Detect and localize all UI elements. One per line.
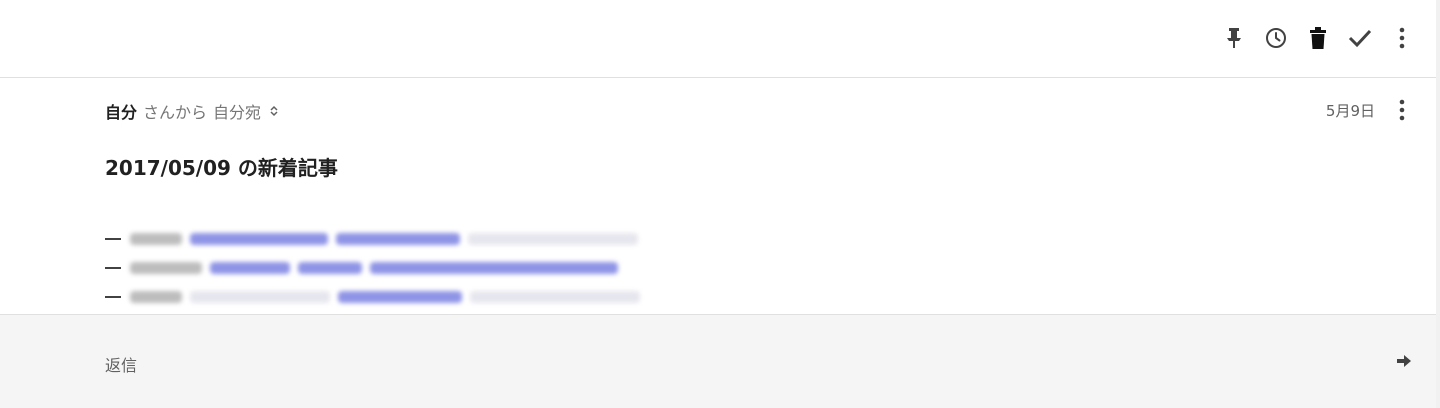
message-more-button[interactable] [1388,98,1416,126]
list-item [105,282,648,311]
scrollbar[interactable] [1436,0,1440,408]
dash-bullet [105,295,121,298]
check-icon [1347,26,1373,50]
pin-icon [1224,26,1244,50]
delete-button[interactable] [1304,24,1332,52]
reply-bar[interactable]: 返信 [0,314,1436,408]
message-subject: 2017/05/09 の新着記事 [105,156,338,180]
article-link-list [105,224,648,311]
list-item [105,224,648,253]
more-vert-icon [1399,99,1405,125]
reply-button[interactable]: 返信 [105,352,137,376]
forward-arrow-icon [1396,353,1412,372]
snooze-button[interactable] [1262,24,1290,52]
forward-button[interactable] [1390,348,1418,376]
trash-icon [1308,26,1328,50]
message-date: 5月9日 [1325,102,1375,120]
thread-toolbar [0,0,1436,78]
expand-details-icon[interactable] [270,105,278,117]
from-suffix: さんから [143,103,208,122]
blurred-link[interactable] [130,232,646,245]
sender-name: 自分 [105,103,138,122]
message-card: 自分 さんから 自分宛 5月9日 2017/05/09 の新着記事 [0,78,1436,314]
more-vert-icon [1399,27,1405,49]
pin-button[interactable] [1220,24,1248,52]
more-options-button[interactable] [1388,24,1416,52]
blurred-link[interactable] [130,290,648,303]
dash-bullet [105,266,121,269]
dash-bullet [105,237,121,240]
list-item [105,253,648,282]
message-header: 自分 さんから 自分宛 [105,100,278,122]
clock-icon [1264,26,1288,50]
recipient: 自分宛 [213,103,262,122]
mark-done-button[interactable] [1346,24,1374,52]
blurred-link[interactable] [130,261,626,274]
